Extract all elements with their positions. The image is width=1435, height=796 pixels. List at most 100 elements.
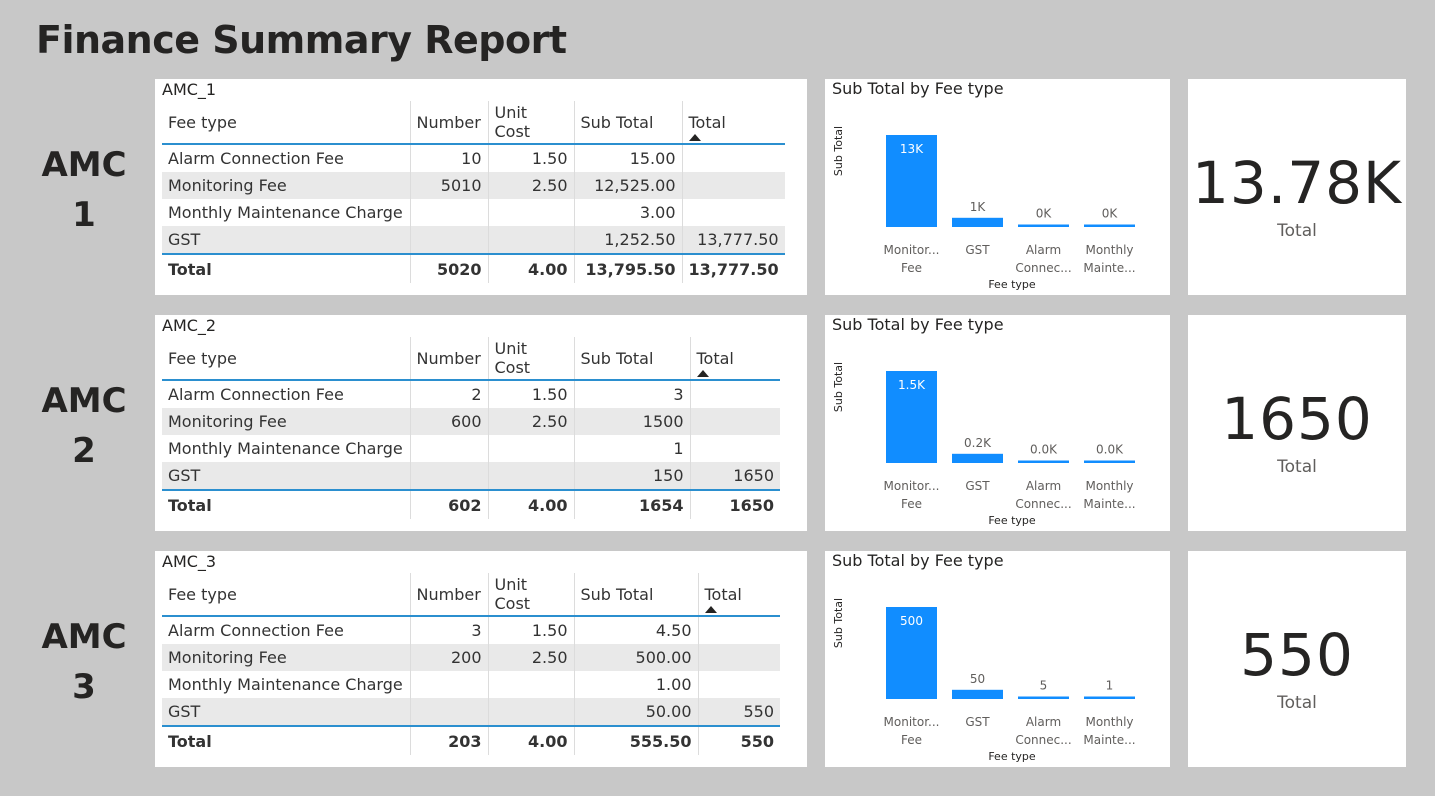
- column-header-unit-cost[interactable]: Unit Cost: [487, 573, 574, 617]
- column-header-fee-type[interactable]: Fee type: [162, 337, 410, 381]
- x-tick-label: Alarm: [1026, 479, 1061, 493]
- cell-unit-cost: [487, 671, 574, 698]
- table-row[interactable]: Monthly Maintenance Charge 3.00: [162, 199, 785, 226]
- column-header-fee-type[interactable]: Fee type: [162, 573, 410, 617]
- table-visual-amc-3[interactable]: AMC_3 Fee type Number Unit Cost Sub Tota…: [155, 551, 807, 767]
- table-row[interactable]: GST 1,252.50 13,777.50: [162, 226, 785, 254]
- bar: [1018, 696, 1069, 699]
- data-label: 1K: [970, 200, 987, 214]
- data-label: 5: [1040, 679, 1048, 693]
- fee-table[interactable]: Fee type Number Unit Cost Sub Total Tota…: [162, 337, 780, 519]
- x-axis-title: Fee type: [988, 278, 1036, 291]
- table-row[interactable]: Monthly Maintenance Charge 1.00: [162, 671, 780, 698]
- column-header-sub-total[interactable]: Sub Total: [573, 101, 682, 145]
- table-row[interactable]: Monitoring Fee 200 2.50 500.00: [162, 644, 780, 671]
- column-header-total[interactable]: Total: [681, 101, 785, 145]
- cell-sub-total: 1500: [573, 408, 690, 435]
- section-label-amc-3: AMC 3: [30, 612, 138, 712]
- cell-total: [681, 144, 785, 172]
- data-label: 0.0K: [1096, 443, 1124, 457]
- column-header-fee-type[interactable]: Fee type: [162, 101, 410, 145]
- cell-fee-type: Alarm Connection Fee: [168, 385, 344, 404]
- column-header-total[interactable]: Total: [697, 573, 780, 617]
- bar-chart[interactable]: Sub Total 1.5K Monitor... Fee 0.2K GST 0.0K Ala…: [825, 315, 1170, 531]
- cell-fee-type: Monthly Maintenance Charge: [168, 439, 403, 458]
- sort-ascending-icon[interactable]: [704, 606, 717, 613]
- cell-fee-type: GST: [162, 698, 410, 726]
- table-row[interactable]: Monitoring Fee 600 2.50 1500: [162, 408, 780, 435]
- cell-total: 1650: [689, 462, 780, 490]
- cell-number: 200: [409, 644, 488, 671]
- table-title: AMC_1: [162, 80, 217, 99]
- column-header-number[interactable]: Number: [409, 101, 488, 145]
- cell-fee-type: Monitoring Fee: [162, 644, 410, 671]
- table-row[interactable]: Monthly Maintenance Charge 1: [162, 435, 780, 462]
- bar: [1084, 696, 1135, 699]
- cell-total: 550: [697, 698, 780, 726]
- fee-table[interactable]: Fee type Number Unit Cost Sub Total Tota…: [162, 573, 780, 755]
- cell-total-number: 203: [409, 725, 488, 755]
- cell-unit-cost: 1.50: [487, 144, 574, 172]
- card-caption: Total: [1277, 693, 1317, 713]
- x-tick-label: Monitor...: [884, 243, 940, 257]
- column-header-sub-total[interactable]: Sub Total: [573, 573, 698, 617]
- table-row[interactable]: Alarm Connection Fee 10 1.50 15.00: [162, 144, 785, 172]
- cell-total-label: Total: [162, 253, 410, 283]
- cell-number: 5010: [409, 172, 488, 199]
- table-row[interactable]: Monitoring Fee 5010 2.50 12,525.00: [162, 172, 785, 199]
- cell-total-sub-total: 1654: [573, 489, 690, 519]
- table-visual-amc-1[interactable]: AMC_1 Fee type Number Unit Cost Sub Tota…: [155, 79, 807, 295]
- bar: [952, 217, 1003, 227]
- bar-chart-visual-amc-3[interactable]: Sub Total 500 Monitor... Fee 50 GST 5 Alarm Conn…: [825, 551, 1170, 767]
- card-visual-amc-2[interactable]: 1650 Total: [1188, 315, 1406, 531]
- cell-fee-type: Alarm Connection Fee: [168, 149, 344, 168]
- table-row[interactable]: GST 50.00 550: [162, 698, 780, 726]
- cell-sub-total: 150: [573, 462, 690, 490]
- cell-total-sub-total: 555.50: [573, 725, 698, 755]
- data-label: 0.2K: [964, 436, 992, 450]
- cell-number: 10: [409, 144, 488, 172]
- column-header-unit-cost[interactable]: Unit Cost: [487, 337, 574, 381]
- cell-sub-total: 3: [573, 380, 690, 408]
- column-header-total[interactable]: Total: [689, 337, 780, 381]
- section-label-amc-2: AMC 2: [30, 376, 138, 476]
- column-header-number[interactable]: Number: [409, 337, 488, 381]
- data-label: 500: [900, 614, 923, 628]
- column-header-total-label: Total: [696, 348, 734, 368]
- cell-sub-total: 3.00: [573, 199, 682, 226]
- card-value: 13.78K: [1191, 149, 1403, 217]
- table-row[interactable]: GST 150 1650: [162, 462, 780, 490]
- cell-total-total: 550: [697, 725, 780, 755]
- sort-ascending-icon[interactable]: [696, 370, 709, 377]
- cell-number: [409, 199, 488, 226]
- table-row[interactable]: Alarm Connection Fee 3 1.50 4.50: [162, 616, 780, 644]
- sort-ascending-icon[interactable]: [688, 134, 701, 141]
- section-label-line1: AMC: [41, 617, 127, 657]
- cell-unit-cost: 1.50: [487, 380, 574, 408]
- cell-unit-cost: [487, 435, 574, 462]
- table-visual-amc-2[interactable]: AMC_2 Fee type Number Unit Cost Sub Tota…: [155, 315, 807, 531]
- column-header-number[interactable]: Number: [409, 573, 488, 617]
- column-header-total-label: Total: [688, 112, 726, 132]
- cell-total-sub-total: 13,795.50: [573, 253, 682, 283]
- bar-chart-visual-amc-1[interactable]: Sub Total 13K Monitor... Fee 1K GST 0K Alarm Con…: [825, 79, 1170, 295]
- column-header-unit-cost[interactable]: Unit Cost: [487, 101, 574, 145]
- table-row[interactable]: Alarm Connection Fee 2 1.50 3: [162, 380, 780, 408]
- cell-sub-total: 500.00: [573, 644, 698, 671]
- cell-total-total: 13,777.50: [681, 253, 785, 283]
- card-caption: Total: [1277, 221, 1317, 241]
- data-label: 1.5K: [898, 378, 926, 392]
- card-visual-amc-3[interactable]: 550 Total: [1188, 551, 1406, 767]
- bar-chart[interactable]: Sub Total 500 Monitor... Fee 50 GST 5 Alarm Conn…: [825, 551, 1170, 767]
- bar-chart-visual-amc-2[interactable]: Sub Total 1.5K Monitor... Fee 0.2K GST 0.0K Ala…: [825, 315, 1170, 531]
- cell-total-unit-cost: 4.00: [487, 725, 574, 755]
- card-visual-amc-1[interactable]: 13.78K Total: [1188, 79, 1406, 295]
- bar: [1018, 460, 1069, 463]
- chart-title: Sub Total by Fee type: [832, 79, 1004, 98]
- x-tick-label: Alarm: [1026, 715, 1061, 729]
- column-header-sub-total[interactable]: Sub Total: [573, 337, 690, 381]
- fee-table[interactable]: Fee type Number Unit Cost Sub Total Tota…: [162, 101, 785, 283]
- bar-chart[interactable]: Sub Total 13K Monitor... Fee 1K GST 0K Alarm Con…: [825, 79, 1170, 295]
- cell-sub-total: 1,252.50: [573, 226, 682, 254]
- x-tick-label: GST: [965, 715, 990, 729]
